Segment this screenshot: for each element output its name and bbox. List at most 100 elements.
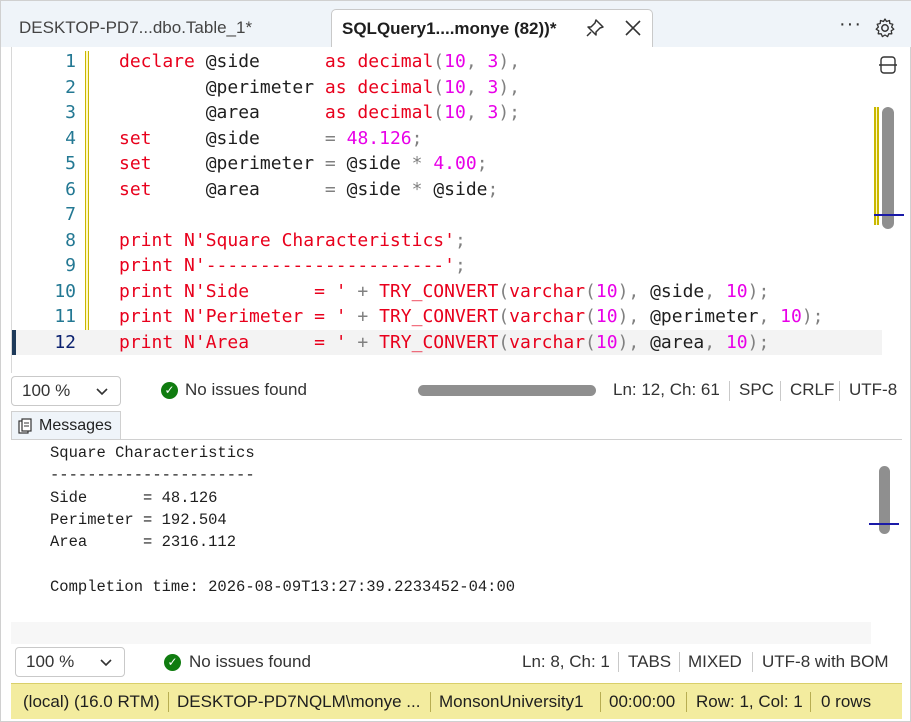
tab-sql-query[interactable]: SQLQuery1....monye (82))*: [331, 9, 653, 47]
code-token: set: [119, 127, 206, 149]
code-token: N'----------------------': [184, 255, 455, 276]
database-name[interactable]: MonsonUniversity1: [439, 692, 584, 712]
row-col-position: Row: 1, Col: 1: [696, 692, 803, 711]
code-token: (: [433, 51, 445, 72]
editor-status-bar: 100 % ✓ No issues found Ln: 12, Ch: 61 S…: [11, 373, 902, 409]
divider: [679, 652, 680, 672]
divider: [168, 692, 169, 712]
tab-messages[interactable]: Messages: [11, 411, 121, 439]
editor-horizontal-scrollbar[interactable]: [418, 385, 596, 396]
code-token: ,: [704, 280, 726, 302]
editor-vertical-scrollbar[interactable]: [882, 107, 894, 229]
tab-table-designer[interactable]: DESKTOP-PD7...dbo.Table_1*: [9, 9, 327, 47]
issues-status[interactable]: No issues found: [189, 652, 311, 672]
code-token: (: [585, 331, 596, 353]
whitespace-mode[interactable]: SPC: [739, 380, 774, 400]
message-line: Square Characteristics: [50, 444, 255, 462]
messages-panel[interactable]: Square Characteristics ------------------…: [11, 439, 902, 644]
code-line[interactable]: 2 @perimeter as decimal(10, 3),: [12, 75, 882, 101]
cursor-position[interactable]: Ln: 8, Ch: 1: [522, 652, 610, 672]
code-line[interactable]: 4 set @side = 48.126;: [12, 126, 882, 152]
code-token: print: [119, 306, 185, 327]
row-count: 0 rows: [821, 692, 872, 711]
issues-status[interactable]: No issues found: [185, 380, 307, 400]
code-token: 10: [595, 280, 618, 302]
whitespace-mode[interactable]: TABS: [628, 652, 671, 672]
line-number: 9: [65, 255, 76, 276]
code-token: +: [357, 331, 380, 353]
code-token: as: [324, 51, 358, 72]
divider: [752, 652, 753, 672]
code-token: ),: [617, 331, 651, 353]
elapsed-time: 00:00:00: [609, 692, 676, 711]
pin-icon[interactable]: [584, 17, 606, 39]
code-line[interactable]: 1 declare @side as decimal(10, 3),: [12, 49, 882, 75]
code-line[interactable]: 11 print N'Perimeter = ' + TRY_CONVERT(va…: [12, 304, 882, 330]
divider: [430, 692, 431, 712]
query-window: DESKTOP-PD7...dbo.Table_1* SQLQuery1....…: [0, 0, 911, 722]
code-token: ,: [704, 331, 726, 353]
code-token: @side: [205, 51, 325, 72]
code-token: 10: [780, 306, 802, 327]
code-line[interactable]: 12 print N'Area = ' + TRY_CONVERT(varchar…: [12, 329, 882, 355]
code-token: decimal: [357, 102, 434, 123]
divider: [600, 692, 601, 712]
sql-editor[interactable]: 1 declare @side as decimal(10, 3), 2 @peri…: [11, 47, 904, 373]
code-token: ,: [758, 306, 781, 327]
code-token: (: [585, 280, 596, 302]
code-line[interactable]: 6 set @area = @side * @side;: [12, 177, 882, 203]
code-line[interactable]: 7: [12, 202, 882, 228]
message-line: ----------------------: [50, 466, 255, 485]
code-line[interactable]: 8 print N'Square Characteristics';: [12, 228, 882, 254]
code-token: set: [119, 153, 206, 174]
code-token: @perimeter: [205, 153, 325, 174]
code-token: print: [119, 280, 185, 302]
gear-icon[interactable]: [874, 17, 896, 39]
code-line[interactable]: 3 @area as decimal(10, 3);: [12, 100, 882, 126]
code-token: ),: [498, 51, 521, 72]
code-token: TRY_CONVERT: [379, 306, 499, 327]
cursor-position[interactable]: Ln: 12, Ch: 61: [613, 380, 720, 400]
current-line-marker: [12, 330, 16, 355]
server-info[interactable]: (local) (16.0 RTM): [23, 692, 160, 712]
code-token: ;: [411, 127, 423, 149]
code-token: 3: [487, 76, 499, 98]
encoding[interactable]: UTF-8 with BOM: [762, 652, 889, 672]
code-token: ;: [487, 178, 499, 200]
tab-label: DESKTOP-PD7...dbo.Table_1*: [19, 18, 253, 37]
code-token: 48.126: [346, 127, 412, 149]
code-token: @side: [650, 280, 705, 302]
code-text: set @area = @side * @side;: [119, 177, 498, 203]
code-token: print: [119, 331, 185, 353]
tab-label: SQLQuery1....monye (82))*: [342, 18, 557, 38]
code-token: (: [498, 306, 510, 327]
code-token: ,: [465, 76, 488, 98]
code-token: N'Square Characteristics': [184, 229, 455, 251]
code-token: @perimeter: [650, 306, 759, 327]
code-token: ;: [454, 255, 466, 276]
zoom-value: 100 %: [22, 381, 71, 400]
divider: [686, 692, 687, 712]
editor-zoom-dropdown[interactable]: 100 %: [11, 376, 121, 406]
close-icon[interactable]: [622, 17, 644, 39]
code-token: );: [498, 102, 521, 123]
line-ending[interactable]: CRLF: [790, 380, 834, 400]
code-line[interactable]: 5 set @perimeter = @side * 4.00;: [12, 151, 882, 177]
code-token: ;: [454, 229, 466, 251]
code-token: @area: [650, 331, 705, 353]
split-editor-icon[interactable]: [878, 55, 898, 75]
code-token: 10: [725, 331, 748, 353]
code-token: @side: [346, 153, 412, 174]
messages-zoom-dropdown[interactable]: 100 %: [15, 647, 125, 677]
code-line[interactable]: 10 print N'Side = ' + TRY_CONVERT(varchar…: [12, 279, 882, 305]
user-info[interactable]: DESKTOP-PD7NQLM\monye ...: [177, 692, 420, 712]
code-line[interactable]: 9 print N'----------------------';: [12, 253, 882, 279]
line-number: 3: [65, 102, 76, 123]
encoding[interactable]: UTF-8: [849, 380, 897, 400]
code-token: 10: [444, 76, 466, 98]
line-ending[interactable]: MIXED: [688, 652, 742, 672]
divider: [810, 692, 811, 712]
more-icon[interactable]: ···: [839, 14, 861, 37]
code-token: N'Side = ': [184, 280, 358, 302]
code-token: );: [747, 280, 770, 302]
